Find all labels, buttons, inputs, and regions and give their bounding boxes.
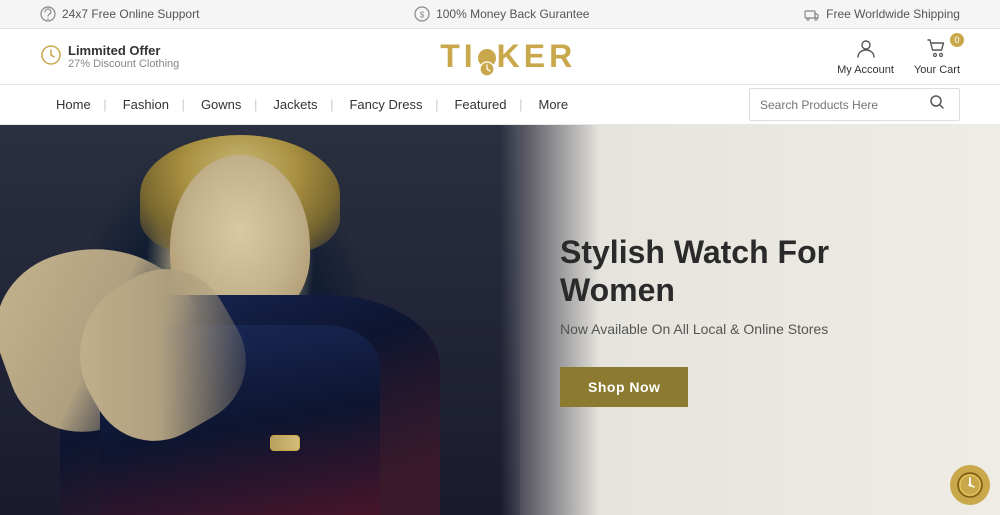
hero-watch [270,435,300,451]
nav-links: Home Fashion Gowns Jackets Fancy Dress F… [40,85,749,124]
hero-section: Stylish Watch For Women Now Available On… [0,125,1000,515]
cart-button[interactable]: 0 Your Cart [914,37,960,76]
navigation: Home Fashion Gowns Jackets Fancy Dress F… [0,85,1000,125]
support-icon [40,6,56,22]
info-item-shipping: Free Worldwide Shipping [804,6,960,22]
search-bar [749,88,960,121]
nav-jackets[interactable]: Jackets [257,85,333,124]
nav-featured[interactable]: Featured [438,85,522,124]
user-icon [855,37,877,64]
info-item-support: 24x7 Free Online Support [40,6,199,22]
clock-icon [40,44,62,69]
cart-icon: 0 [926,37,948,64]
search-input[interactable] [760,98,920,112]
header: Limmited Offer 27% Discount Clothing TI … [0,29,1000,85]
hero-subtitle: Now Available On All Local & Online Stor… [560,321,940,337]
info-money-text: 100% Money Back Gurantee [436,7,589,21]
info-support-text: 24x7 Free Online Support [62,7,199,21]
nav-home[interactable]: Home [40,85,107,124]
account-label: My Account [837,64,894,76]
svg-text:$: $ [420,11,425,20]
search-button[interactable] [925,94,949,115]
hero-model-figure [0,125,520,515]
header-offer: Limmited Offer 27% Discount Clothing [40,43,179,70]
hero-content: Stylish Watch For Women Now Available On… [500,125,1000,515]
hero-title: Stylish Watch For Women [560,233,940,310]
info-shipping-text: Free Worldwide Shipping [826,7,960,21]
nav-fashion[interactable]: Fashion [107,85,185,124]
info-item-money: $ 100% Money Back Gurantee [414,6,589,22]
offer-sub: 27% Discount Clothing [68,58,179,70]
cart-label: Your Cart [914,64,960,76]
my-account-button[interactable]: My Account [837,37,894,76]
header-actions: My Account 0 Your Cart [837,37,960,76]
watch-icon-corner[interactable] [950,465,990,505]
cart-count: 0 [950,33,964,47]
nav-fancy-dress[interactable]: Fancy Dress [333,85,438,124]
money-back-icon: $ [414,6,430,22]
nav-more[interactable]: More [523,85,585,124]
offer-title: Limmited Offer [68,43,179,58]
shop-now-button[interactable]: Shop Now [560,367,688,407]
logo: TI KER [440,38,576,75]
nav-gowns[interactable]: Gowns [185,85,257,124]
shipping-icon [804,6,820,22]
info-bar: 24x7 Free Online Support $ 100% Money Ba… [0,0,1000,29]
